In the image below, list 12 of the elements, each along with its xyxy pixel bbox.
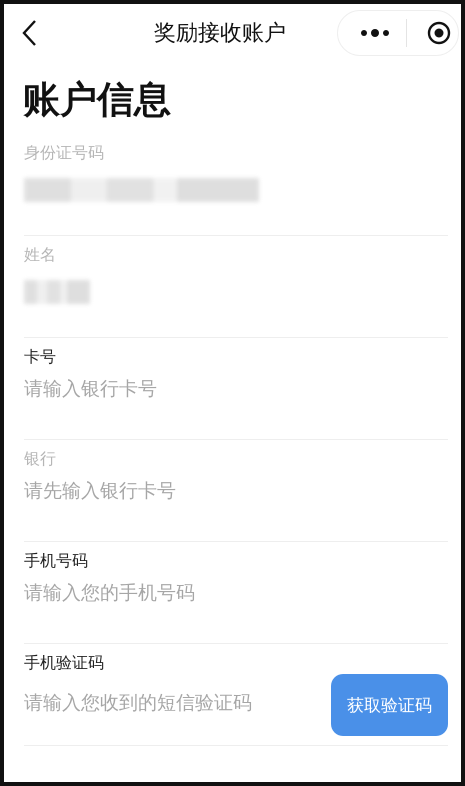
section-heading: 账户信息 (23, 77, 172, 123)
field-label: 手机号码 (24, 550, 88, 572)
field-label: 姓名 (24, 244, 56, 266)
field-label: 卡号 (24, 346, 56, 368)
input-field[interactable]: 请输入您收到的短信验证码 (24, 688, 314, 718)
field-label: 身份证号码 (24, 142, 104, 164)
input-field[interactable]: 请输入您的手机号码 (24, 578, 324, 608)
field-label: 银行 (24, 448, 56, 470)
input-field[interactable]: 请输入银行卡号 (24, 374, 324, 404)
page-title: 奖励接收账户 (154, 20, 286, 48)
field-label: 手机验证码 (24, 652, 104, 674)
get-code-button[interactable]: 获取验证码 (331, 674, 448, 736)
